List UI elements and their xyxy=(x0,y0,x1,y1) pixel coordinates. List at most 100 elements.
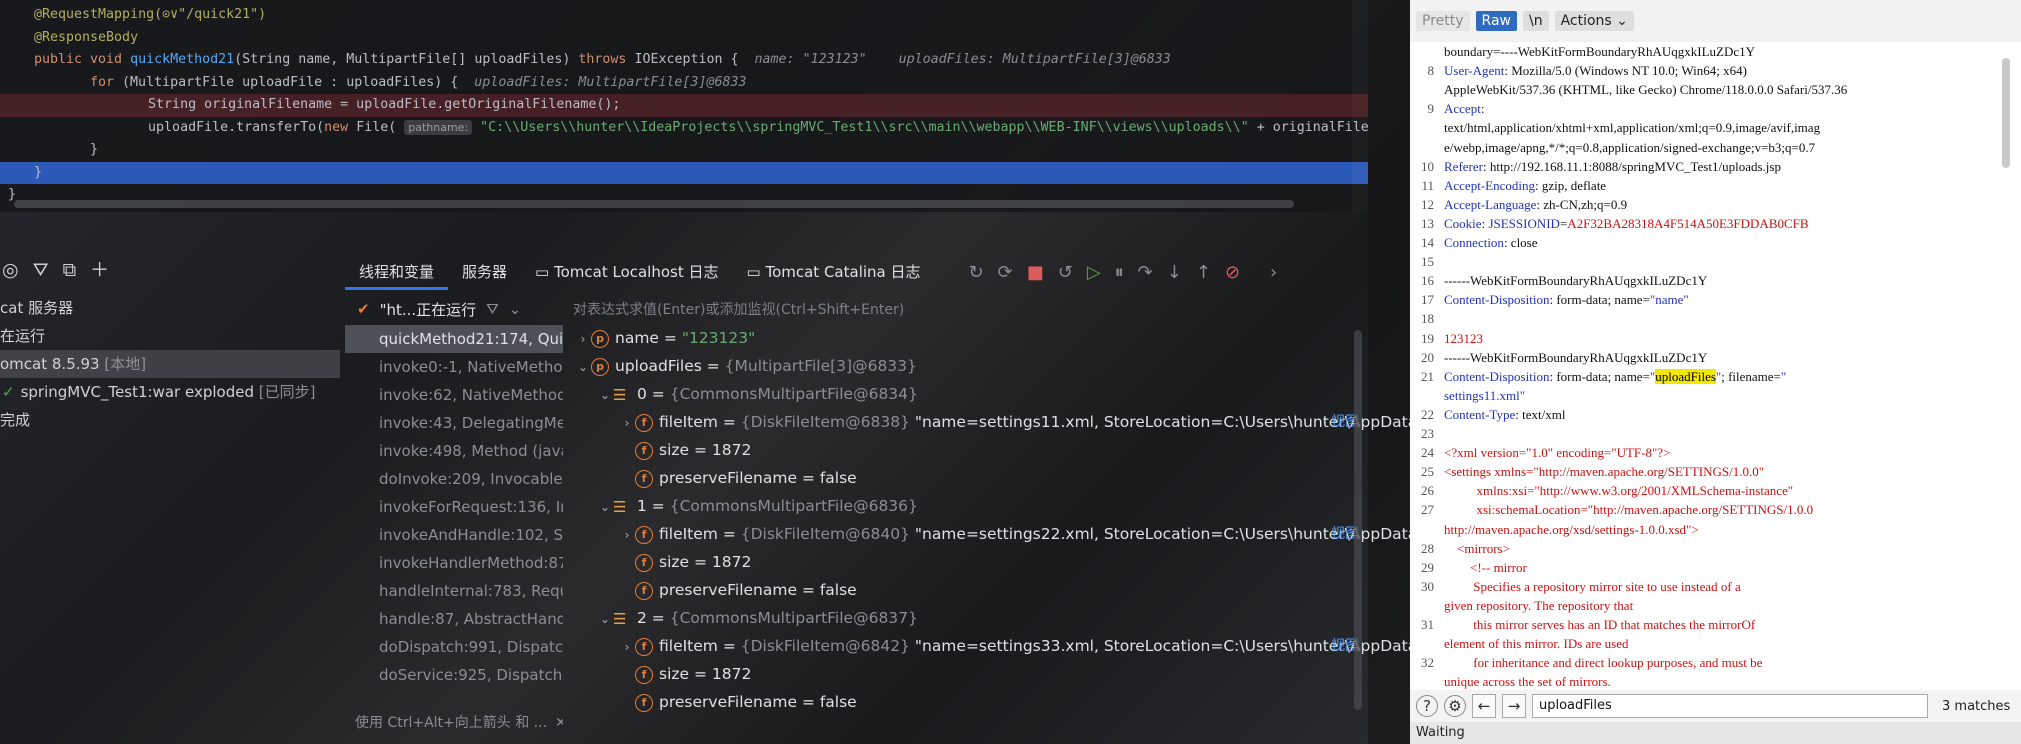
previous-arrow-icon[interactable]: ← xyxy=(1472,694,1496,718)
stack-frame[interactable]: invokeHandlerMethod:872 xyxy=(345,549,563,577)
variable-row[interactable]: f size = 1872 xyxy=(563,436,1365,464)
tab-tomcat-catalina-log[interactable]: ▭ Tomcat Catalina 日志 xyxy=(733,254,935,290)
filter-icon[interactable]: ⛛ xyxy=(33,260,49,280)
variable-row[interactable]: f preserveFilename = false xyxy=(563,576,1365,604)
field-icon: f xyxy=(635,553,653,572)
refresh-icon[interactable]: ↺ xyxy=(1058,262,1073,283)
evaluate-expression-field[interactable]: 对表达式求值(Enter)或添加监视(Ctrl+Shift+Enter) xyxy=(563,294,1365,324)
thread-selector[interactable]: ✔ "ht...正在运行 ⛛ ⌄ xyxy=(345,294,560,324)
settings-gear-icon[interactable]: ⚙ xyxy=(1444,695,1466,717)
code-token: String originalFilename = uploadFile.get… xyxy=(84,97,621,112)
stack-frame[interactable]: handle:87, AbstractHandle xyxy=(345,605,563,633)
variable-row[interactable]: f size = 1872 xyxy=(563,660,1365,688)
expand-arrow-icon[interactable]: ⌄ xyxy=(597,381,613,409)
help-icon[interactable]: ? xyxy=(1416,695,1438,717)
expand-arrow-icon[interactable]: ⌄ xyxy=(575,353,591,381)
rerun-icon[interactable]: ↻ xyxy=(969,262,984,283)
search-input[interactable]: uploadFiles xyxy=(1532,694,1928,718)
step-over-icon[interactable]: ↷ xyxy=(1138,262,1153,283)
actions-button[interactable]: Actions ⌄ xyxy=(1554,11,1634,31)
service-tree-label: springMVC_Test1:war exploded xyxy=(20,383,254,401)
request-token: xmlns:xsi="http://www.w3.org/2001/XMLSch… xyxy=(1444,483,1794,499)
raw-request-body[interactable]: boundary=----WebKitFormBoundaryRhAUqgxkI… xyxy=(1410,42,2010,690)
variable-row[interactable]: ⌄ ☰ 1 = {CommonsMultipartFile@6836} xyxy=(563,492,1365,520)
stack-frame[interactable]: doDispatch:991, Dispatche xyxy=(345,633,563,661)
variable-row[interactable]: f preserveFilename = false xyxy=(563,464,1365,492)
equals-sign: = xyxy=(797,693,820,711)
request-scrollbar[interactable] xyxy=(2002,58,2010,168)
stack-frame[interactable]: invoke:498, Method (java. xyxy=(345,437,563,465)
service-tree-item[interactable]: 完成 xyxy=(0,406,340,434)
close-icon[interactable]: ✕ xyxy=(555,715,563,731)
stack-frame[interactable]: doService:925, Dispatche xyxy=(345,661,563,689)
eye-icon[interactable]: ◎ xyxy=(2,260,19,280)
variable-row[interactable]: ⌄ ☰ 0 = {CommonsMultipartFile@6834} xyxy=(563,380,1365,408)
next-arrow-icon[interactable]: → xyxy=(1502,694,1526,718)
expand-arrow-icon[interactable]: › xyxy=(619,409,635,437)
request-panel: Pretty Raw \n Actions ⌄ boundary=----Web… xyxy=(1410,0,2021,744)
expand-arrow-icon[interactable]: › xyxy=(575,325,591,353)
tab-label: Tomcat Localhost 日志 xyxy=(553,263,719,281)
field-icon: f xyxy=(635,637,653,656)
equals-sign: = xyxy=(717,413,741,431)
newline-button[interactable]: \n xyxy=(1522,11,1549,31)
stack-frame[interactable]: invoke0:-1, NativeMethod xyxy=(345,353,563,381)
expand-arrow-icon[interactable]: › xyxy=(619,521,635,549)
line-number: 25 xyxy=(1421,464,1434,480)
service-tree-item[interactable]: ✓ springMVC_Test1:war exploded [已同步] xyxy=(0,378,340,406)
add-icon[interactable]: ＋ xyxy=(90,260,109,280)
filter-icon[interactable]: ⛛ xyxy=(486,300,499,318)
tab-tomcat-localhost-log[interactable]: ▭ Tomcat Localhost 日志 xyxy=(521,254,732,290)
request-token: : http://192.168.11.1:8088/springMVC_Tes… xyxy=(1482,158,1781,174)
stop-icon[interactable]: ■ xyxy=(1027,262,1044,283)
stack-frame[interactable]: doInvoke:209, InvocableH xyxy=(345,465,563,493)
resume-icon[interactable]: ▷ xyxy=(1087,262,1101,283)
request-token: <mirrors> xyxy=(1444,540,1510,556)
line-number: 20 xyxy=(1421,349,1434,365)
expand-arrow-icon[interactable]: ⌄ xyxy=(597,605,613,633)
tab-threads-variables[interactable]: 线程和变量 xyxy=(345,254,449,290)
variable-row[interactable]: f size = 1872 xyxy=(563,548,1365,576)
service-tree-item[interactable]: cat 服务器 xyxy=(0,294,340,322)
request-line: 19 123123 xyxy=(1410,329,2010,348)
expand-arrow-icon[interactable]: ⌄ xyxy=(597,493,613,521)
request-token: : Mozilla/5.0 (Windows NT 10.0; Win64; x… xyxy=(1504,63,1747,79)
line-text: Connection: close xyxy=(1444,233,1538,252)
variable-row[interactable]: ⌄ p uploadFiles = {MultipartFile[3]@6833} xyxy=(563,352,1365,380)
stack-frame[interactable]: invokeAndHandle:102, Ser xyxy=(345,521,563,549)
stack-frame[interactable]: invoke:43, DelegatingMet xyxy=(345,409,563,437)
more-icon[interactable]: › xyxy=(1270,262,1277,283)
variable-row[interactable]: f preserveFilename = false xyxy=(563,688,1365,716)
stack-frame[interactable]: invoke:62, NativeMethodA xyxy=(345,381,563,409)
variable-row[interactable]: › f fileItem = {DiskFileItem@6842} "name=s… xyxy=(563,632,1410,661)
new-service-icon[interactable]: ⧉ xyxy=(63,260,77,280)
step-into-icon[interactable]: ↓ xyxy=(1167,262,1182,283)
restart-icon[interactable]: ⟳ xyxy=(998,262,1013,283)
editor-horizontal-scrollbar[interactable] xyxy=(14,200,1294,208)
variable-row[interactable]: › f fileItem = {DiskFileItem@6840} "name=s… xyxy=(563,520,1410,549)
tab-server[interactable]: 服务器 xyxy=(448,254,521,290)
request-token: "name" xyxy=(1649,292,1689,308)
variable-row[interactable]: ⌄ ☰ 2 = {CommonsMultipartFile@6837} xyxy=(563,604,1365,632)
stack-frame[interactable]: handleInternal:783, Reque xyxy=(345,577,563,605)
raw-button[interactable]: Raw xyxy=(1475,11,1517,31)
chevron-down-icon[interactable]: ⌄ xyxy=(509,300,522,318)
mute-breakpoints-icon[interactable]: ⊘ xyxy=(1225,262,1240,283)
code-token: @ResponseBody xyxy=(34,29,139,45)
service-tree-item[interactable]: 在运行 xyxy=(0,322,340,350)
expand-arrow-icon[interactable]: › xyxy=(619,633,635,661)
variable-value: 1872 xyxy=(711,553,752,571)
stack-frame[interactable]: quickMethod21:174, Quick xyxy=(345,325,563,353)
line-number: 22 xyxy=(1421,406,1434,422)
variables-scrollbar[interactable] xyxy=(1354,330,1362,710)
variable-row[interactable]: › f fileItem = {DiskFileItem@6838} "name=s… xyxy=(563,408,1410,437)
request-token: Content-Disposition xyxy=(1444,292,1550,308)
pretty-button[interactable]: Pretty xyxy=(1416,11,1470,31)
variable-name: name xyxy=(615,329,659,347)
stack-frame[interactable]: invokeForRequest:136, Inv xyxy=(345,493,563,521)
step-out-icon[interactable]: ↑ xyxy=(1196,262,1211,283)
code-editor[interactable]: @RequestMapping(⊙∨"/quick21") @ResponseBo… xyxy=(0,0,1368,212)
pause-icon[interactable]: ⏸ xyxy=(1115,262,1124,283)
service-tree-item[interactable]: omcat 8.5.93 [本地] xyxy=(0,350,340,378)
variable-row[interactable]: › p name = "123123" xyxy=(563,324,1365,352)
